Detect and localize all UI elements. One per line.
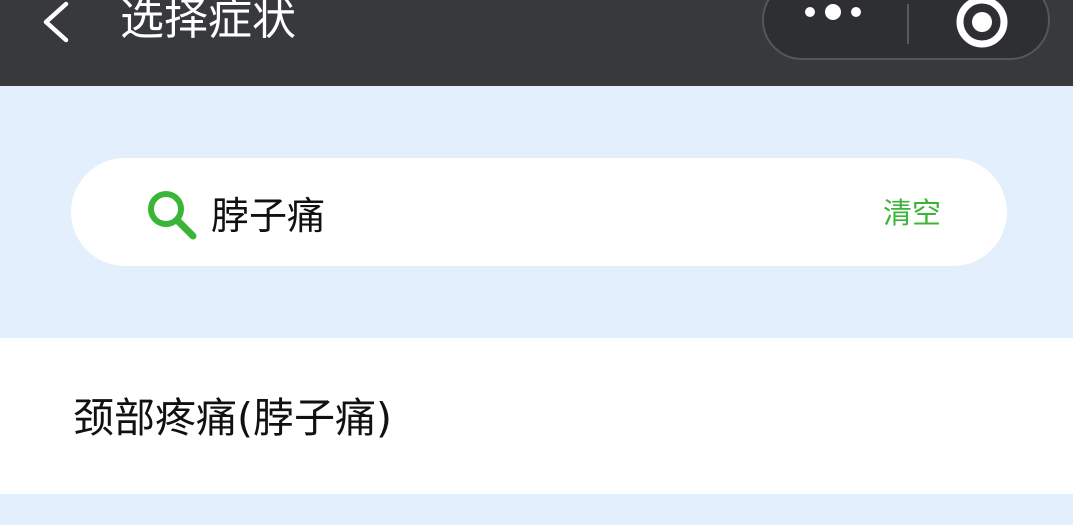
chevron-left-icon xyxy=(43,1,69,43)
search-input[interactable] xyxy=(211,184,811,240)
capsule-divider xyxy=(907,4,909,44)
target-close-icon xyxy=(956,0,1008,48)
page-title: 选择症状 xyxy=(120,0,296,45)
mini-program-capsule xyxy=(762,0,1050,60)
search-icon xyxy=(148,191,197,240)
close-button[interactable] xyxy=(940,0,1020,58)
navigation-bar: 选择症状 xyxy=(0,0,1073,86)
result-list: 颈部疼痛(脖子痛) xyxy=(0,338,1073,494)
clear-button[interactable]: 清空 xyxy=(883,196,941,230)
search-box: 清空 xyxy=(71,158,1007,266)
more-dots-icon xyxy=(805,4,861,20)
result-item[interactable]: 颈部疼痛(脖子痛) xyxy=(73,390,392,446)
more-button[interactable] xyxy=(788,0,888,38)
back-button[interactable] xyxy=(30,0,90,46)
